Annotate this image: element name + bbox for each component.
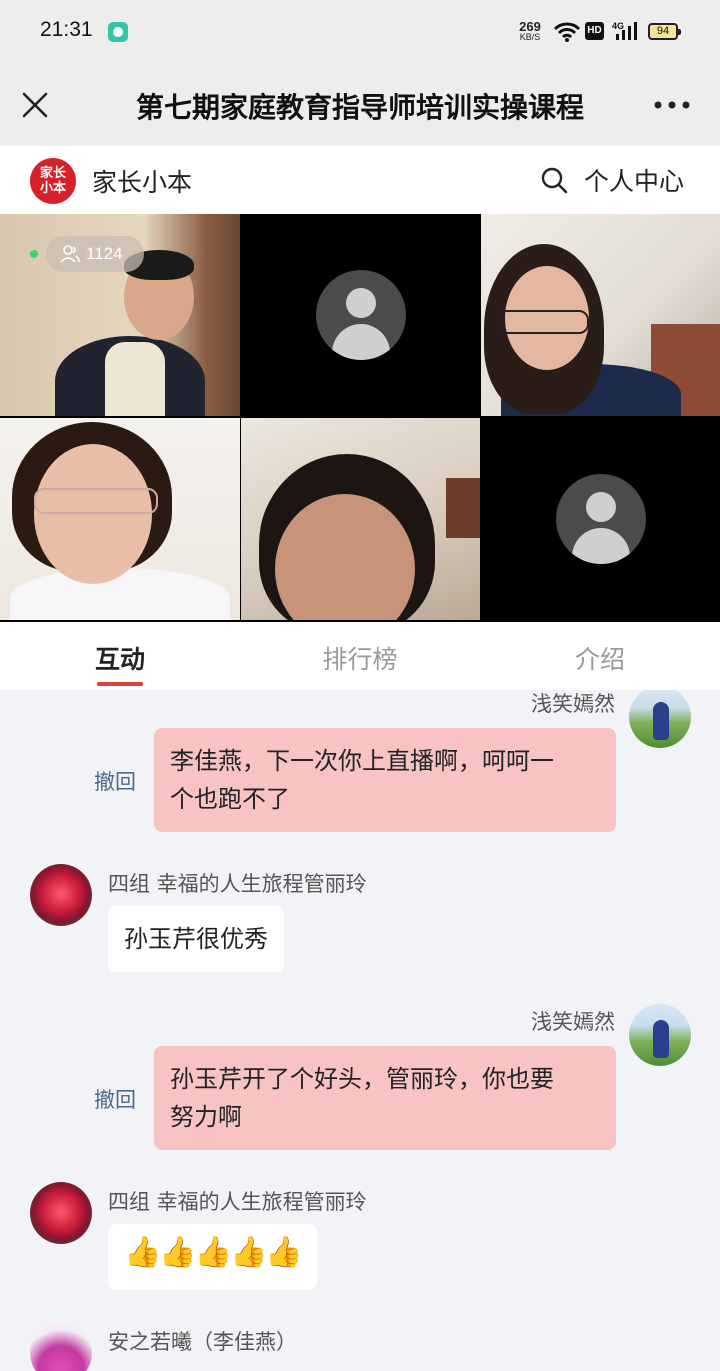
- video-tile-6[interactable]: [481, 418, 720, 620]
- brand-bar: 家长 小本 家长小本 个人中心: [0, 146, 720, 214]
- viewer-count: 1124: [86, 244, 123, 263]
- message-text: 个也跑不了: [170, 785, 290, 813]
- logo-text-bottom: 小本: [39, 181, 66, 196]
- brand-name[interactable]: 家长小本: [92, 163, 192, 199]
- recall-button[interactable]: 撤回: [94, 1084, 136, 1114]
- sender-avatar[interactable]: [30, 1322, 92, 1371]
- message-text: 李佳燕，下一次你上直播啊，呵呵一: [170, 747, 554, 775]
- video-tile-2[interactable]: [241, 214, 480, 416]
- close-icon[interactable]: [20, 90, 50, 120]
- tab-interaction[interactable]: 互动: [0, 640, 240, 676]
- personal-center-link[interactable]: 个人中心: [584, 162, 684, 198]
- glasses: [34, 488, 158, 514]
- message-bubble[interactable]: 孙玉芹很优秀: [108, 906, 284, 972]
- message-text: 孙玉芹很优秀: [124, 925, 268, 953]
- glasses: [497, 310, 589, 334]
- tab-introduction[interactable]: 介绍: [480, 640, 720, 676]
- message-bubble[interactable]: 👍👍👍👍👍: [108, 1224, 317, 1290]
- battery-icon: 94: [648, 23, 681, 40]
- page-title: 第七期家庭教育指导师培训实操课程: [135, 91, 584, 124]
- sender-avatar[interactable]: [30, 864, 92, 926]
- participant-face: [34, 444, 152, 584]
- status-time: 21:31: [40, 18, 93, 41]
- more-options-icon[interactable]: [654, 100, 690, 110]
- people-icon: [60, 245, 80, 263]
- network-speed: 269 KB/S: [516, 20, 544, 42]
- network-speed-unit: KB/S: [519, 32, 541, 42]
- recall-button[interactable]: 撤回: [94, 766, 136, 796]
- chat-list[interactable]: 浅笑嫣然 撤回 李佳燕，下一次你上直播啊，呵呵一 个也跑不了 四组 幸福的人生旅…: [0, 690, 720, 1371]
- thumbs-up-emojis: 👍👍👍👍👍: [124, 1235, 303, 1270]
- search-icon[interactable]: [540, 166, 568, 194]
- sender-avatar[interactable]: [629, 1004, 691, 1066]
- status-bar: 21:31 269 KB/S HD 4G 94: [0, 0, 720, 64]
- message-text: 努力啊: [170, 1103, 242, 1131]
- wall-picture: [446, 478, 480, 538]
- video-tile-3[interactable]: [481, 214, 720, 416]
- sender-avatar[interactable]: [629, 690, 691, 748]
- default-avatar-icon: [556, 474, 646, 564]
- message-bubble[interactable]: 李佳燕，下一次你上直播啊，呵呵一 个也跑不了: [154, 728, 616, 832]
- wifi-icon: [554, 22, 580, 42]
- network-type-label: 4G: [612, 21, 624, 31]
- sender-name: 四组 幸福的人生旅程管丽玲: [108, 1190, 367, 1214]
- sender-name: 安之若曦（李佳燕）: [108, 1330, 297, 1354]
- viewer-count-badge: 1124: [46, 236, 144, 272]
- message-text: 孙玉芹开了个好头，管丽玲，你也要: [170, 1065, 554, 1093]
- chat-app-notification-icon: [108, 22, 128, 42]
- participant-shirt: [105, 342, 165, 416]
- tab-leaderboard[interactable]: 排行榜: [240, 640, 480, 676]
- cell-signal-icon: 4G: [612, 21, 637, 40]
- logo-text-top: 家长: [39, 166, 66, 181]
- default-avatar-icon: [316, 270, 406, 360]
- video-tile-1[interactable]: 1124: [0, 214, 240, 416]
- live-indicator: [30, 250, 38, 258]
- video-tile-5[interactable]: [241, 418, 480, 620]
- video-grid: 1124: [0, 214, 720, 622]
- message-bubble[interactable]: 孙玉芹开了个好头，管丽玲，你也要 努力啊: [154, 1046, 616, 1150]
- brand-logo[interactable]: 家长 小本: [30, 158, 76, 204]
- hd-voice-icon: HD: [585, 22, 604, 40]
- tab-bar: 互动 排行榜 介绍: [0, 622, 720, 690]
- sender-name: 浅笑嫣然: [531, 1010, 615, 1034]
- sender-name: 四组 幸福的人生旅程管丽玲: [108, 872, 367, 896]
- video-tile-4[interactable]: [0, 418, 240, 620]
- active-tab-indicator: [97, 682, 143, 686]
- title-bar: 第七期家庭教育指导师培训实操课程: [0, 64, 720, 146]
- sender-avatar[interactable]: [30, 1182, 92, 1244]
- sender-name: 浅笑嫣然: [531, 692, 615, 716]
